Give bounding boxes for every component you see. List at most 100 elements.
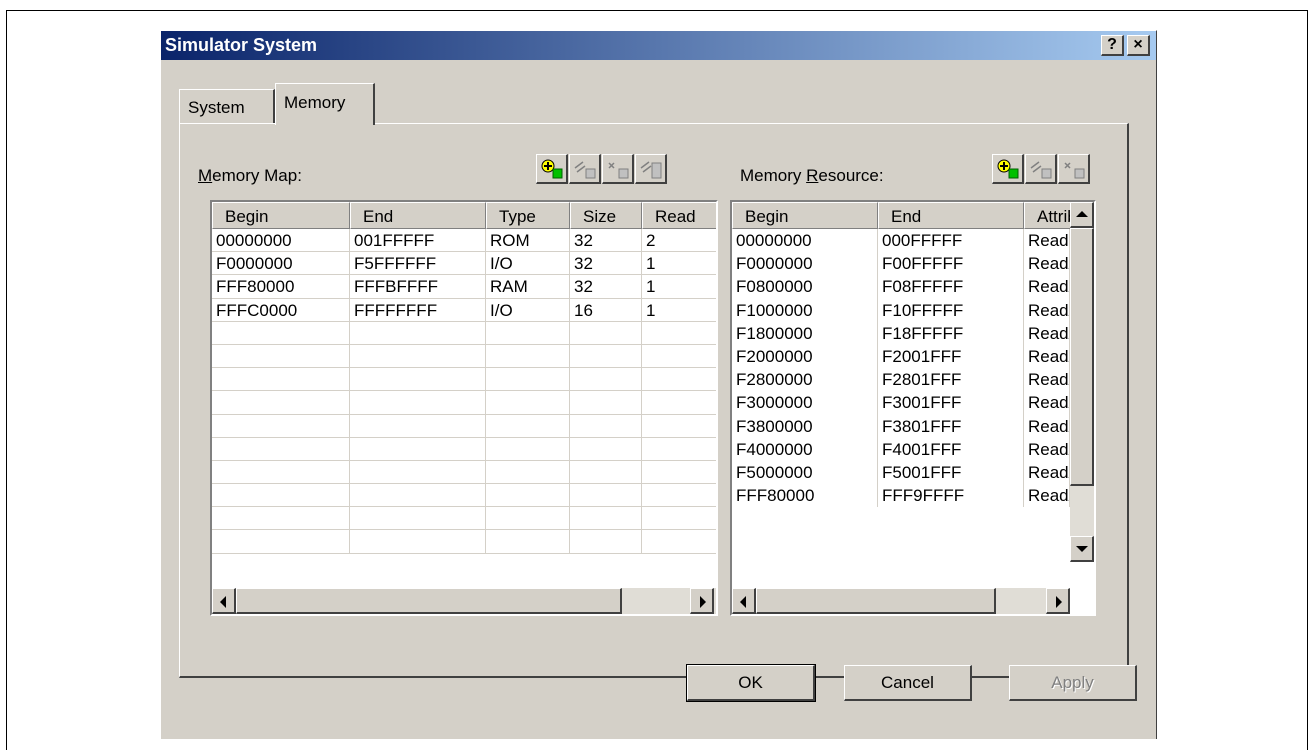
table-row[interactable]: F3800000 F3801FFF Read/: [732, 414, 1070, 438]
apply-button[interactable]: Apply: [1009, 665, 1137, 701]
memory-map-hscrollbar[interactable]: [212, 588, 716, 614]
table-row[interactable]: [212, 484, 716, 508]
table-row[interactable]: [212, 507, 716, 531]
table-row[interactable]: [212, 344, 716, 369]
table-row[interactable]: FFFC0000 FFFFFFFF I/O 16 1: [212, 298, 716, 322]
table-cell: 16: [570, 298, 642, 321]
table-row[interactable]: F1000000 F10FFFFF Read/: [732, 298, 1070, 322]
column-header-type[interactable]: Type: [486, 202, 570, 229]
help-button[interactable]: ?: [1101, 35, 1124, 56]
memory-resource-modify-button[interactable]: [1025, 154, 1057, 184]
table-cell: 1: [642, 299, 716, 321]
table-cell: Read/: [1024, 344, 1070, 369]
table-row[interactable]: FFF80000 FFFBFFFF RAM 32 1: [212, 275, 716, 299]
table-row[interactable]: F0000000 F5FFFFFF I/O 32 1: [212, 252, 716, 276]
table-cell: 00000000: [212, 229, 350, 252]
column-header-size[interactable]: Size: [570, 202, 642, 229]
table-cell: [642, 345, 716, 367]
memory-resource-rows: 00000000 000FFFFF Read F0000000 F00FFFFF Read…: [732, 229, 1070, 508]
memory-map-add-button[interactable]: [536, 154, 568, 184]
memory-resource-delete-button[interactable]: [1058, 154, 1090, 184]
table-cell: F3001FFF: [878, 391, 1024, 415]
tab-system[interactable]: System: [179, 89, 275, 123]
memory-map-modify-all-button[interactable]: [635, 154, 667, 184]
table-cell: F5FFFFFF: [350, 252, 486, 275]
title-bar[interactable]: Simulator System ? ×: [161, 31, 1156, 60]
table-row[interactable]: [212, 437, 716, 461]
column-header-read[interactable]: Read: [642, 202, 716, 229]
column-header-end[interactable]: End: [350, 202, 486, 229]
table-row[interactable]: [212, 460, 716, 485]
scroll-thumb[interactable]: [1070, 228, 1094, 486]
table-cell: [642, 507, 716, 529]
table-row[interactable]: F1800000 F18FFFFF Read/: [732, 321, 1070, 345]
memory-resource-add-button[interactable]: [992, 154, 1024, 184]
table-row[interactable]: F0000000 F00FFFFF Read/: [732, 252, 1070, 276]
table-row[interactable]: [212, 391, 716, 415]
close-button[interactable]: ×: [1127, 35, 1150, 56]
table-cell: [212, 530, 350, 553]
table-cell: [212, 484, 350, 507]
table-row[interactable]: F5000000 F5001FFF Read/: [732, 460, 1070, 485]
table-cell: [212, 460, 350, 484]
memory-map-list[interactable]: Begin End Type Size Read 00000000 001FFFF…: [210, 200, 718, 616]
table-cell: Read/: [1024, 298, 1070, 322]
table-cell: Read: [1024, 229, 1070, 253]
table-cell: [486, 321, 570, 344]
simulator-system-dialog: Simulator System ? × System Memory Memor…: [160, 30, 1157, 739]
dialog-title: Simulator System: [165, 35, 318, 55]
table-cell: F0000000: [212, 252, 350, 275]
table-cell: F0800000: [732, 275, 878, 299]
table-cell: 32: [570, 229, 642, 252]
table-cell: [570, 484, 642, 507]
table-cell: [350, 368, 486, 391]
table-row[interactable]: [212, 414, 716, 438]
table-row[interactable]: [212, 368, 716, 392]
scroll-right-button[interactable]: [1046, 588, 1070, 614]
table-row[interactable]: FFF80000 FFF9FFFF Read/: [732, 484, 1070, 508]
memory-resource-hscrollbar[interactable]: [732, 588, 1070, 614]
modify-icon: [574, 161, 596, 179]
table-row[interactable]: F2000000 F2001FFF Read/: [732, 344, 1070, 369]
memory-resource-vscrollbar[interactable]: [1070, 202, 1094, 562]
table-cell: [350, 391, 486, 414]
table-cell: [570, 437, 642, 460]
tab-memory[interactable]: Memory: [275, 83, 375, 125]
table-row[interactable]: F0800000 F08FFFFF Read/: [732, 275, 1070, 299]
scroll-thumb[interactable]: [756, 588, 996, 614]
table-row[interactable]: F4000000 F4001FFF Read/: [732, 437, 1070, 461]
scroll-thumb[interactable]: [236, 588, 622, 614]
memory-map-delete-button[interactable]: [602, 154, 634, 184]
scroll-down-button[interactable]: [1070, 536, 1094, 562]
table-row[interactable]: 00000000 000FFFFF Read: [732, 229, 1070, 253]
table-row[interactable]: [212, 530, 716, 554]
table-cell: [486, 437, 570, 460]
table-row[interactable]: F3000000 F3001FFF Read/: [732, 391, 1070, 415]
table-cell: [642, 322, 716, 344]
column-header-begin[interactable]: Begin: [732, 202, 878, 229]
scroll-left-button[interactable]: [732, 588, 756, 614]
table-row[interactable]: 00000000 001FFFFF ROM 32 2: [212, 229, 716, 253]
table-cell: Read/: [1024, 391, 1070, 415]
cancel-button[interactable]: Cancel: [844, 665, 972, 701]
table-cell: [350, 484, 486, 507]
table-cell: [212, 368, 350, 391]
table-cell: [350, 530, 486, 553]
memory-map-modify-button[interactable]: [569, 154, 601, 184]
scroll-right-button[interactable]: [690, 588, 714, 614]
ok-button[interactable]: OK: [686, 664, 816, 702]
table-cell: [570, 507, 642, 530]
scroll-left-button[interactable]: [212, 588, 236, 614]
table-cell: [570, 391, 642, 414]
table-cell: [350, 344, 486, 368]
table-row[interactable]: [212, 321, 716, 345]
scroll-up-button[interactable]: [1070, 202, 1094, 228]
arrow-up-icon: [1076, 211, 1088, 217]
table-cell: F5000000: [732, 460, 878, 485]
table-cell: [642, 484, 716, 506]
arrow-down-icon: [1076, 546, 1088, 552]
table-row[interactable]: F2800000 F2801FFF Read/: [732, 368, 1070, 392]
memory-resource-list[interactable]: Begin End Attribu 00000000 000FFFFF Read F0…: [730, 200, 1096, 616]
column-header-end[interactable]: End: [878, 202, 1024, 229]
column-header-begin[interactable]: Begin: [212, 202, 350, 229]
